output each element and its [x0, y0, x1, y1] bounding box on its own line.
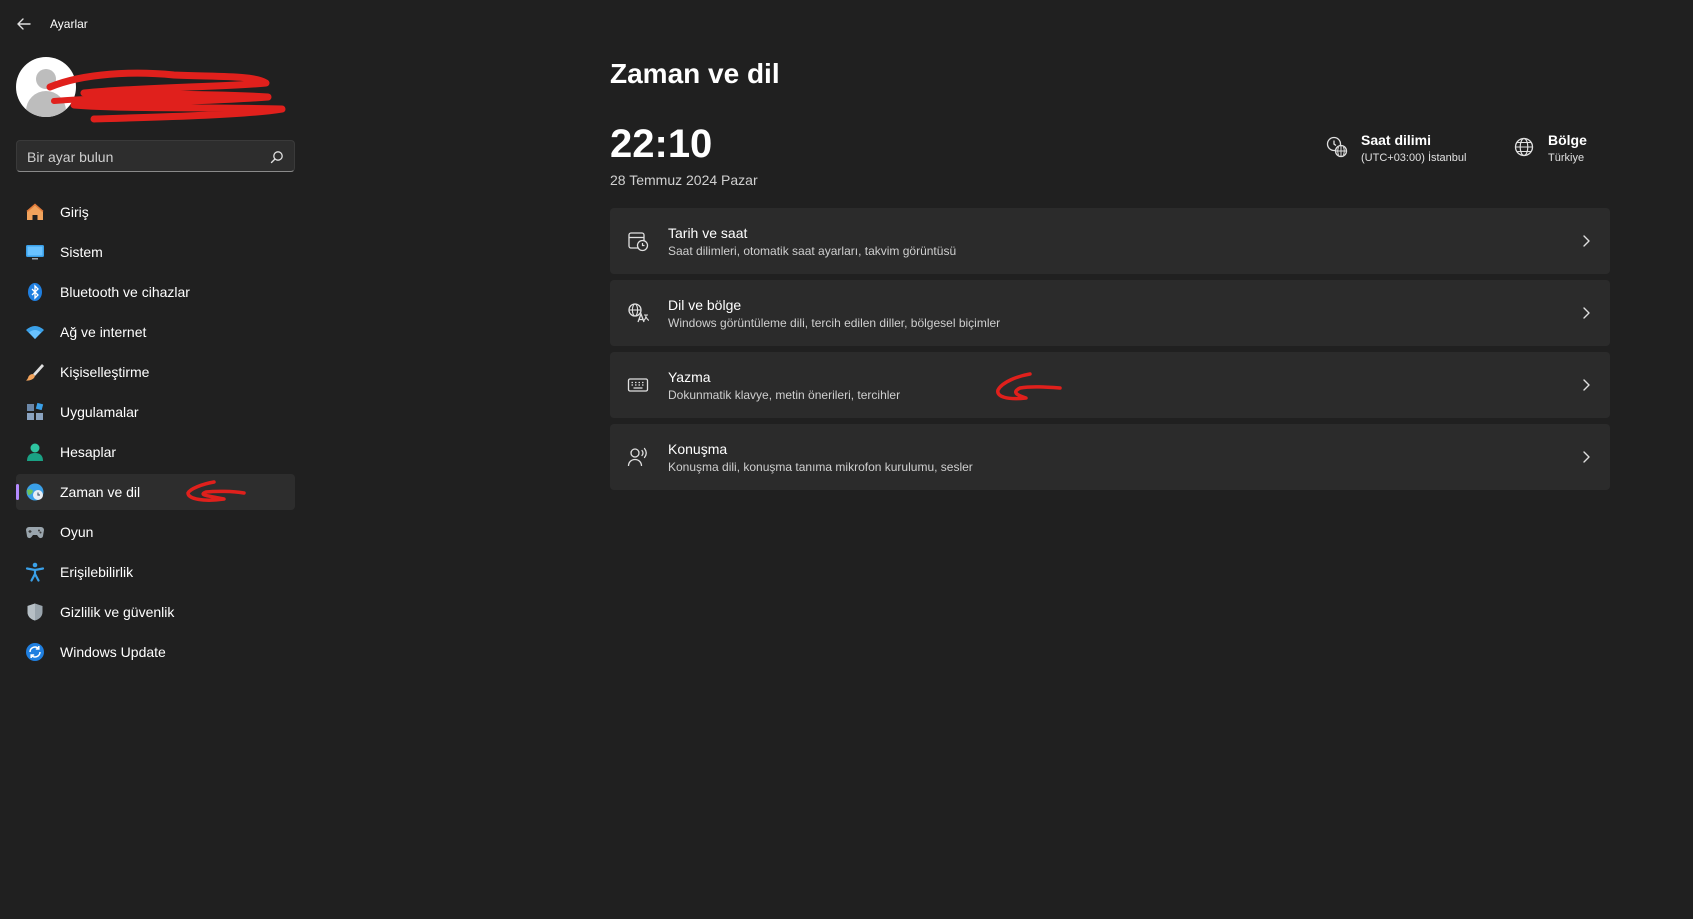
chevron-right-icon — [1583, 451, 1590, 463]
card-description: Saat dilimleri, otomatik saat ayarları, … — [668, 244, 957, 258]
current-date: 28 Temmuz 2024 Pazar — [610, 172, 758, 188]
annotation-arrow — [186, 480, 246, 502]
title-bar: Ayarlar — [0, 0, 1693, 48]
chevron-right-icon — [1583, 379, 1590, 391]
card-konusma[interactable]: Konuşma Konuşma dili, konuşma tanıma mik… — [610, 424, 1610, 490]
timezone-info[interactable]: Saat dilimi (UTC+03:00) İstanbul — [1326, 132, 1496, 172]
annotation-arrow — [996, 372, 1062, 401]
sidebar-item-label: Bluetooth ve cihazlar — [60, 284, 190, 300]
card-description: Konuşma dili, konuşma tanıma mikrofon ku… — [668, 460, 973, 474]
sidebar-item-windows-update[interactable]: Windows Update — [16, 634, 295, 670]
sidebar-item-label: Erişilebilirlik — [60, 564, 134, 580]
sidebar-item-oyun[interactable]: Oyun — [16, 514, 295, 550]
sidebar: Giriş Sistem Bluetooth ve cihazlar Ağ ve… — [0, 48, 300, 919]
app-title: Ayarlar — [50, 17, 88, 31]
update-icon — [26, 643, 44, 661]
card-dil-ve-bolge[interactable]: Dil ve bölge Windows görüntüleme dili, t… — [610, 280, 1610, 346]
card-description: Dokunmatik klavye, metin önerileri, terc… — [668, 388, 901, 402]
sidebar-item-gizlilik[interactable]: Gizlilik ve güvenlik — [16, 594, 295, 630]
sidebar-item-label: Ağ ve internet — [60, 324, 147, 340]
timezone-value: (UTC+03:00) İstanbul — [1361, 152, 1467, 164]
sidebar-item-label: Hesaplar — [60, 444, 117, 460]
bluetooth-icon — [28, 283, 42, 301]
monitor-icon — [26, 245, 44, 260]
sidebar-item-erisilebilirlik[interactable]: Erişilebilirlik — [16, 554, 295, 590]
region-info[interactable]: Bölge Türkiye — [1513, 132, 1603, 172]
accessibility-icon — [25, 562, 45, 582]
sidebar-item-hesaplar[interactable]: Hesaplar — [16, 434, 295, 470]
sidebar-item-ag-internet[interactable]: Ağ ve internet — [16, 314, 295, 350]
gamepad-icon — [26, 527, 44, 539]
chevron-right-icon — [1583, 307, 1590, 319]
user-profile[interactable] — [16, 57, 296, 123]
sidebar-item-label: Sistem — [60, 244, 103, 260]
keyboard-icon — [627, 378, 649, 392]
sidebar-item-label: Kişiselleştirme — [60, 364, 150, 380]
apps-icon — [27, 402, 44, 420]
settings-search[interactable] — [16, 140, 295, 172]
sidebar-item-label: Windows Update — [60, 644, 166, 660]
timezone-title: Saat dilimi — [1361, 132, 1432, 148]
avatar — [16, 57, 76, 117]
shield-icon — [27, 603, 43, 621]
sidebar-item-sistem[interactable]: Sistem — [16, 234, 295, 270]
sidebar-nav: Giriş Sistem Bluetooth ve cihazlar Ağ ve… — [16, 194, 295, 674]
card-title: Konuşma — [668, 441, 728, 457]
home-icon — [26, 203, 44, 220]
sidebar-item-label: Oyun — [60, 524, 94, 540]
main-content: Zaman ve dil 22:10 28 Temmuz 2024 Pazar … — [610, 48, 1610, 919]
card-yazma[interactable]: Yazma Dokunmatik klavye, metin önerileri… — [610, 352, 1610, 418]
card-title: Yazma — [668, 369, 711, 385]
globe-clock-icon — [26, 483, 44, 501]
current-time: 22:10 — [610, 122, 713, 166]
speech-icon — [627, 447, 647, 467]
brush-icon — [26, 364, 44, 381]
back-arrow-icon[interactable] — [14, 14, 34, 34]
sidebar-item-bluetooth[interactable]: Bluetooth ve cihazlar — [16, 274, 295, 310]
card-tarih-ve-saat[interactable]: Tarih ve saat Saat dilimleri, otomatik s… — [610, 208, 1610, 274]
card-description: Windows görüntüleme dili, tercih edilen … — [668, 316, 1001, 330]
page-title: Zaman ve dil — [610, 58, 780, 89]
wifi-icon — [26, 326, 44, 339]
sidebar-item-label: Uygulamalar — [60, 404, 139, 420]
language-icon — [628, 303, 649, 323]
chevron-right-icon — [1583, 235, 1590, 247]
sidebar-item-giris[interactable]: Giriş — [16, 194, 295, 230]
region-title: Bölge — [1548, 132, 1587, 148]
sidebar-item-label: Gizlilik ve güvenlik — [60, 604, 175, 620]
sidebar-item-uygulamalar[interactable]: Uygulamalar — [16, 394, 295, 430]
globe-icon — [1514, 137, 1534, 157]
card-title: Tarih ve saat — [668, 225, 748, 241]
sidebar-item-zaman-ve-dil[interactable]: Zaman ve dil — [16, 474, 295, 510]
card-title: Dil ve bölge — [668, 297, 742, 313]
globe-clock-icon — [1326, 136, 1348, 158]
sidebar-item-label: Zaman ve dil — [60, 484, 141, 500]
search-icon[interactable] — [270, 150, 284, 164]
search-input[interactable] — [27, 147, 257, 167]
sidebar-item-label: Giriş — [60, 204, 89, 220]
sidebar-item-kisisellestirme[interactable]: Kişiselleştirme — [16, 354, 295, 390]
redaction-scribble — [46, 69, 286, 123]
region-value: Türkiye — [1548, 152, 1585, 164]
person-icon — [27, 443, 43, 461]
calendar-clock-icon — [628, 232, 649, 252]
settings-cards: Tarih ve saat Saat dilimleri, otomatik s… — [610, 208, 1610, 496]
